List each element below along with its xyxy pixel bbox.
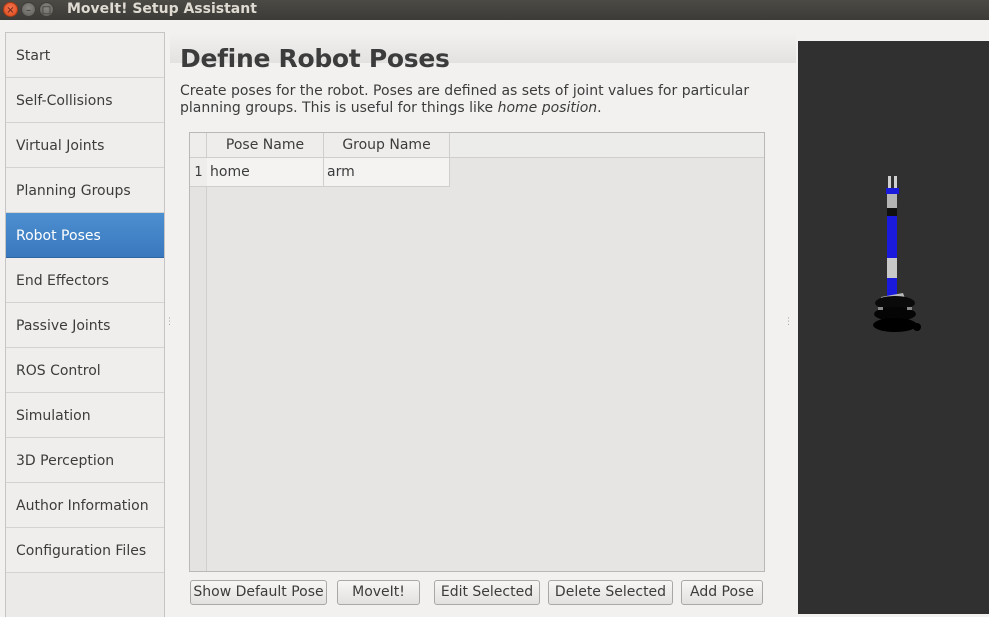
sidebar-item-robot-poses[interactable]: Robot Poses: [6, 213, 164, 258]
robot-model-render: [873, 176, 921, 332]
show-default-pose-button[interactable]: Show Default Pose: [190, 580, 327, 605]
window-title: MoveIt! Setup Assistant: [67, 1, 257, 17]
sidebar-item-virtual-joints[interactable]: Virtual Joints: [6, 123, 164, 168]
sidebar-item-passive-joints[interactable]: Passive Joints: [6, 303, 164, 348]
moveit-button[interactable]: MoveIt!: [337, 580, 420, 605]
sidebar-item-planning-groups[interactable]: Planning Groups: [6, 168, 164, 213]
sidebar-nav: Start Self-Collisions Virtual Joints Pla…: [5, 32, 165, 617]
description-suffix: .: [597, 100, 602, 116]
sidebar-item-self-collisions[interactable]: Self-Collisions: [6, 78, 164, 123]
robot-3d-viewer[interactable]: [798, 41, 989, 614]
description-emphasis: home position: [497, 100, 598, 116]
sidebar-item-end-effectors[interactable]: End Effectors: [6, 258, 164, 303]
column-header-group-name[interactable]: Group Name: [324, 133, 450, 158]
main-panel: Define Robot Poses Create poses for the …: [170, 33, 796, 617]
column-header-pose-name[interactable]: Pose Name: [207, 133, 324, 158]
sidebar-item-3d-perception[interactable]: 3D Perception: [6, 438, 164, 483]
header-fill: [450, 133, 764, 158]
sidebar-item-ros-control[interactable]: ROS Control: [6, 348, 164, 393]
table-cell-group-name[interactable]: arm: [324, 158, 450, 187]
sidebar-item-simulation[interactable]: Simulation: [6, 393, 164, 438]
close-window-button[interactable]: ×: [3, 2, 18, 17]
sidebar-item-start[interactable]: Start: [6, 33, 164, 78]
maximize-window-button[interactable]: □: [39, 2, 54, 17]
delete-selected-button[interactable]: Delete Selected: [548, 580, 673, 605]
row-header-1[interactable]: 1: [190, 158, 207, 187]
row-header-gutter: [190, 158, 207, 571]
add-pose-button[interactable]: Add Pose: [681, 580, 763, 605]
poses-table[interactable]: Pose Name Group Name 1 home arm: [189, 132, 765, 572]
title-bar: × – □ MoveIt! Setup Assistant: [0, 0, 989, 20]
sidebar-item-configuration-files[interactable]: Configuration Files: [6, 528, 164, 573]
description-text: Create poses for the robot. Poses are de…: [180, 83, 750, 116]
table-cell-pose-name[interactable]: home: [207, 158, 324, 187]
edit-selected-button[interactable]: Edit Selected: [434, 580, 540, 605]
page-title: Define Robot Poses: [180, 44, 450, 73]
page-description: Create poses for the robot. Poses are de…: [180, 83, 780, 117]
minimize-window-button[interactable]: –: [21, 2, 36, 17]
sidebar-item-author-information[interactable]: Author Information: [6, 483, 164, 528]
table-corner: [190, 133, 207, 158]
